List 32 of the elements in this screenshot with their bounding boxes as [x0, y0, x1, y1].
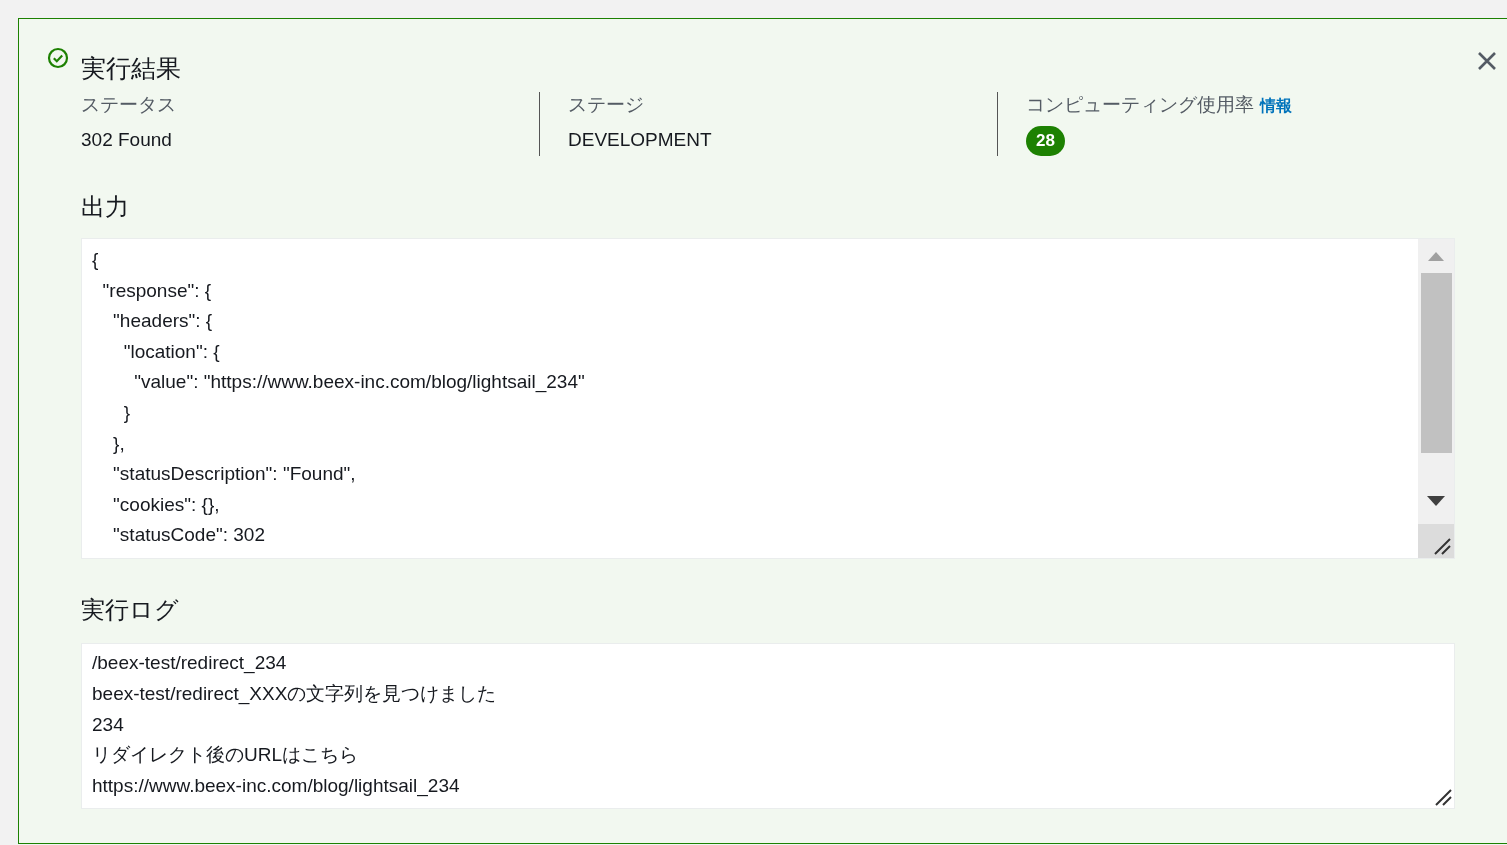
- field-label: ステータス: [81, 93, 176, 117]
- log-line: https://www.beex-inc.com/blog/lightsail_234: [92, 774, 460, 799]
- log-line: 234: [92, 712, 124, 737]
- usage-badge: 28: [1026, 126, 1065, 156]
- log-line: リダイレクト後のURLはこちら: [92, 743, 358, 768]
- resize-handle-icon[interactable]: [1434, 788, 1452, 806]
- code-line: "statusCode": 302: [112, 523, 265, 548]
- code-line: }: [122, 400, 131, 425]
- code-line: "headers": {: [112, 309, 213, 334]
- field-value: DEVELOPMENT: [568, 128, 713, 152]
- code-line: },: [112, 431, 125, 456]
- output-box[interactable]: { "response": { "headers": { "location": { "value": "https://www.beex-inc.com/blog/lightsail_234" } }, "statusDescription": "Found", "cookies": {}, "statusCode": 302: [81, 238, 1455, 559]
- scroll-thumb[interactable]: [1420, 273, 1452, 453]
- code-line: {: [92, 248, 99, 272]
- log-box[interactable]: /beex-test/redirect_234 beex-test/redirect_XXXの文字列を見つけました 234 リダイレクト後のURLはこちら https://www.beex-inc.com/blog/lightsail_234: [81, 643, 1455, 809]
- code-line: "response": {: [101, 278, 212, 303]
- section-heading: 実行ログ: [81, 595, 180, 625]
- field-value: 302 Found: [81, 128, 173, 152]
- info-link[interactable]: 情報: [1260, 94, 1292, 118]
- resize-handle-icon[interactable]: [1433, 537, 1451, 555]
- section-heading: 出力: [81, 192, 130, 222]
- scrollbar[interactable]: [1418, 239, 1454, 558]
- panel-title: 実行結果: [81, 53, 181, 84]
- scroll-down-icon[interactable]: [1427, 496, 1445, 506]
- code-line: "location": {: [122, 339, 220, 364]
- code-line: "statusDescription": "Found",: [112, 462, 356, 487]
- field-label: コンピューティング使用率: [1026, 93, 1254, 117]
- code-line: "value": "https://www.beex-inc.com/blog/lightsail_234": [133, 370, 585, 395]
- log-line: /beex-test/redirect_234: [92, 651, 287, 676]
- field-label: ステージ: [568, 93, 644, 117]
- code-line: "cookies": {},: [112, 492, 220, 517]
- log-line: beex-test/redirect_XXXの文字列を見つけました: [92, 681, 497, 707]
